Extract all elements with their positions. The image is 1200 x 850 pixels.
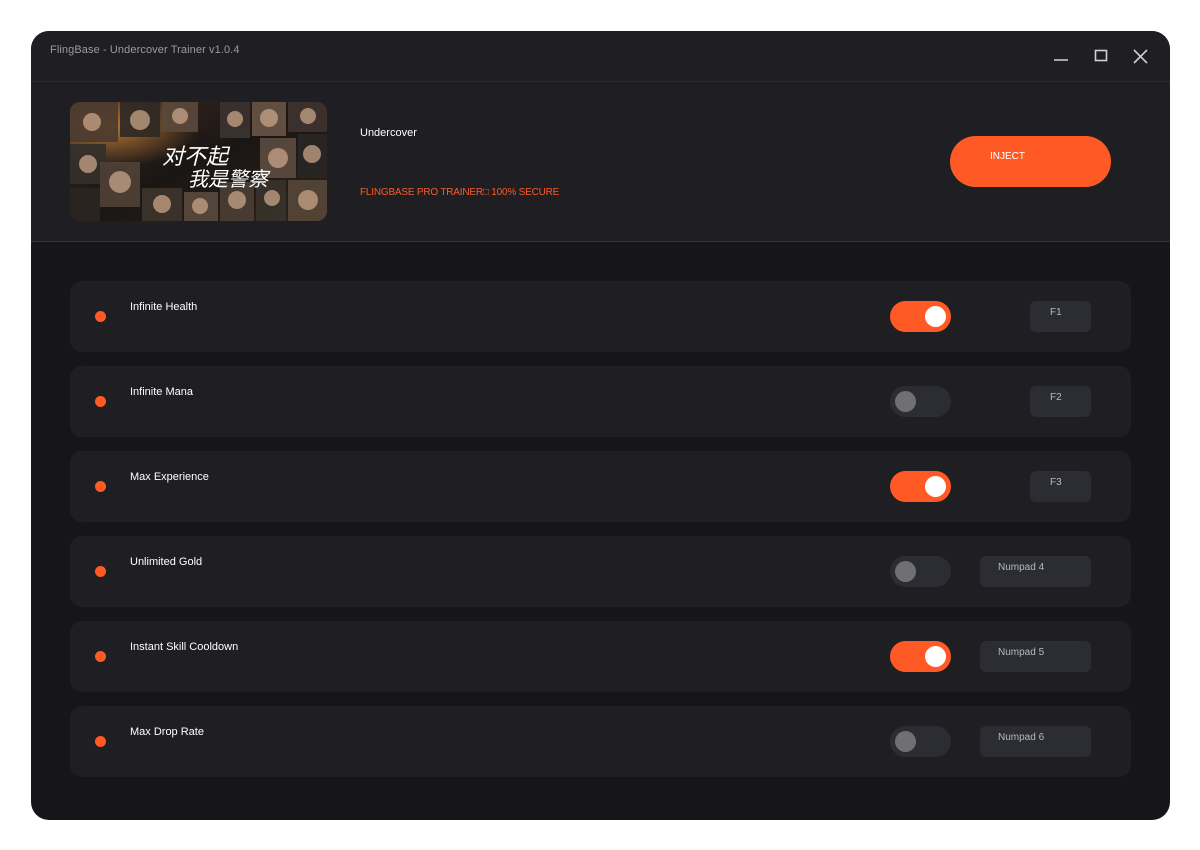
- toggle-knob: [925, 646, 946, 667]
- hotkey-label: F1: [1050, 307, 1062, 318]
- cheat-toggle[interactable]: [890, 471, 951, 502]
- status-dot-icon: [95, 481, 106, 492]
- cheat-toggle[interactable]: [890, 556, 951, 587]
- status-dot-icon: [95, 566, 106, 577]
- maximize-button[interactable]: [1090, 45, 1112, 67]
- inject-button[interactable]: INJECT: [950, 136, 1111, 187]
- toggle-knob: [925, 306, 946, 327]
- trainer-window: FlingBase - Undercover Trainer v1.0.4 对不…: [31, 31, 1170, 820]
- hotkey-button[interactable]: Numpad 4: [980, 556, 1091, 587]
- cheat-row: Infinite Mana F2: [70, 366, 1131, 437]
- minimize-button[interactable]: [1050, 45, 1072, 67]
- hotkey-label: Numpad 6: [998, 732, 1045, 743]
- hotkey-button[interactable]: Numpad 5: [980, 641, 1091, 672]
- game-name: Undercover: [360, 127, 417, 139]
- status-dot-icon: [95, 396, 106, 407]
- inject-button-label: INJECT: [990, 151, 1025, 162]
- hotkey-button[interactable]: Numpad 6: [980, 726, 1091, 757]
- cheat-row: Infinite Health F1: [70, 281, 1131, 352]
- cheat-toggle[interactable]: [890, 726, 951, 757]
- cheat-name: Infinite Health: [130, 301, 198, 313]
- window-title: FlingBase - Undercover Trainer v1.0.4: [50, 44, 240, 56]
- cheat-toggle[interactable]: [890, 386, 951, 417]
- cheat-name: Unlimited Gold: [130, 556, 203, 568]
- cheat-row: Max Experience F3: [70, 451, 1131, 522]
- toggle-knob: [895, 731, 916, 752]
- hotkey-label: F3: [1050, 477, 1062, 488]
- hotkey-button[interactable]: F2: [1030, 386, 1091, 417]
- hotkey-label: F2: [1050, 392, 1062, 403]
- status-dot-icon: [95, 651, 106, 662]
- minimize-icon: [1054, 59, 1068, 61]
- cheat-toggle[interactable]: [890, 301, 951, 332]
- toggle-knob: [895, 561, 916, 582]
- toggle-knob: [895, 391, 916, 412]
- cheat-name: Max Drop Rate: [130, 726, 204, 738]
- status-dot-icon: [95, 311, 106, 322]
- close-icon: [1133, 49, 1148, 64]
- game-banner-image: 对不起 我是警察: [70, 102, 327, 221]
- close-button[interactable]: [1130, 45, 1152, 67]
- cheat-row: Unlimited Gold Numpad 4: [70, 536, 1131, 607]
- status-dot-icon: [95, 736, 106, 747]
- hotkey-label: Numpad 5: [998, 647, 1045, 658]
- hotkey-label: Numpad 4: [998, 562, 1045, 573]
- cheat-row: Max Drop Rate Numpad 6: [70, 706, 1131, 777]
- cheat-list: Infinite Health F1 Infinite Mana F2 Max Expe…: [70, 281, 1131, 791]
- toggle-knob: [925, 476, 946, 497]
- svg-text:我是警察: 我是警察: [188, 167, 271, 191]
- cheat-toggle[interactable]: [890, 641, 951, 672]
- game-header: 对不起 我是警察 Undercover FLINGBASE PRO TRAINE…: [31, 82, 1170, 242]
- trainer-tagline: FLINGBASE PRO TRAINER□ 100% SECURE: [360, 187, 560, 198]
- cheat-name: Instant Skill Cooldown: [130, 641, 239, 653]
- cheat-name: Infinite Mana: [130, 386, 193, 398]
- hotkey-button[interactable]: F3: [1030, 471, 1091, 502]
- title-bar[interactable]: FlingBase - Undercover Trainer v1.0.4: [31, 31, 1170, 82]
- hotkey-button[interactable]: F1: [1030, 301, 1091, 332]
- cheat-row: Instant Skill Cooldown Numpad 5: [70, 621, 1131, 692]
- cheat-name: Max Experience: [130, 471, 209, 483]
- maximize-icon: [1094, 49, 1108, 62]
